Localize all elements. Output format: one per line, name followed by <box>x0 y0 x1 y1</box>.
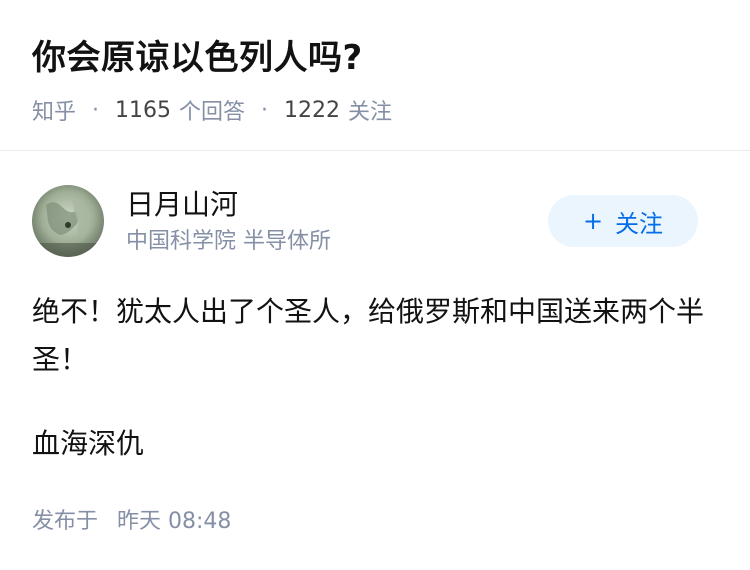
avatar-image-icon <box>32 185 104 257</box>
answer-paragraph-1: 绝不！犹太人出了个圣人，给俄罗斯和中国送来两个半圣！ <box>32 295 705 376</box>
author-name[interactable]: 日月山河 <box>126 187 238 223</box>
question-meta: 知乎 · 1165 个回答 · 1222 关注 <box>32 94 392 126</box>
answer-card: 日月山河 中国科学院 半导体所 + 关注 绝不！犹太人出了个圣人，给俄罗斯和中国… <box>0 151 750 570</box>
question-header: 你会原谅以色列人吗? 知乎 · 1165 个回答 · 1222 关注 <box>0 0 750 151</box>
source-label[interactable]: 知乎 <box>32 94 76 126</box>
meta-separator: · <box>92 97 100 123</box>
answer-count-label[interactable]: 个回答 <box>179 94 245 126</box>
plus-icon: + <box>582 207 604 235</box>
follow-button-label: 关注 <box>615 209 664 238</box>
posted-time: 发布于 昨天 08:48 <box>32 503 231 535</box>
follower-count-label[interactable]: 关注 <box>348 94 392 126</box>
meta-separator-2: · <box>261 97 269 123</box>
posted-label: 发布于 <box>32 509 99 534</box>
answer-paragraph-2: 血海深仇 <box>32 427 145 460</box>
answer-count: 1165 <box>115 97 172 123</box>
question-title[interactable]: 你会原谅以色列人吗? <box>32 34 363 82</box>
follower-count: 1222 <box>284 97 341 123</box>
answer-content[interactable]: 绝不！犹太人出了个圣人，给俄罗斯和中国送来两个半圣！ 血海深仇 <box>32 288 712 504</box>
author-org: 中国科学院 半导体所 <box>126 229 331 254</box>
posted-timestamp: 昨天 08:48 <box>117 509 232 534</box>
author-avatar[interactable] <box>32 185 104 257</box>
follow-button[interactable]: + 关注 <box>548 195 698 247</box>
